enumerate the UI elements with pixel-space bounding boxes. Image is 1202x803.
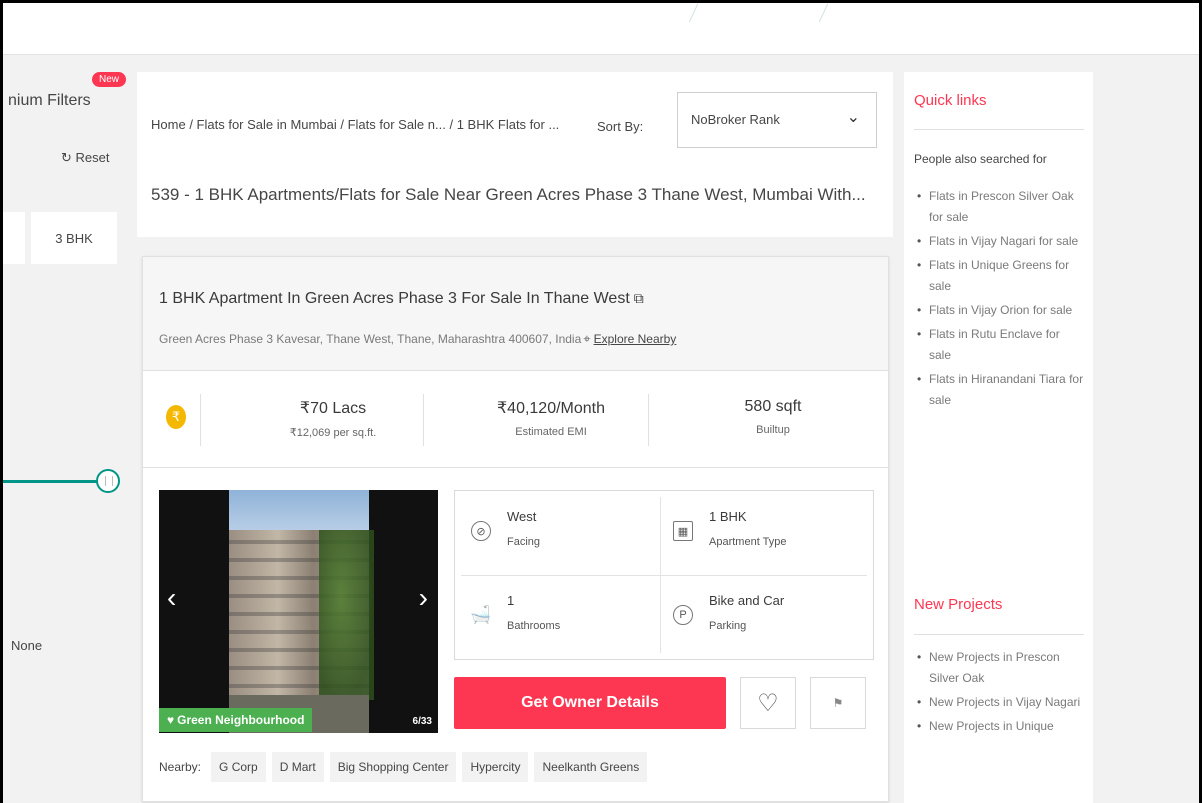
chevron-down-icon: ⌄ (846, 109, 860, 126)
green-neighbourhood-badge: ♥ Green Neighbourhood (159, 708, 313, 732)
explore-nearby-link[interactable]: Explore Nearby (594, 332, 677, 346)
price-row: ₹ ₹70 Lacs ₹12,069 per sq.ft. ₹40,120/Mo… (143, 372, 888, 468)
reset-button[interactable]: ↻ Reset (61, 150, 110, 166)
next-arrow-icon[interactable]: › (419, 582, 428, 614)
nearby-tag[interactable]: D Mart (271, 752, 324, 782)
external-link-icon[interactable]: ⧉ (634, 290, 644, 306)
range-slider-handle[interactable] (96, 469, 120, 493)
divider (200, 394, 201, 446)
reset-label: Reset (75, 150, 110, 165)
rupee-icon: ₹ (166, 405, 186, 429)
list-item[interactable]: New Projects in Vijay Nagari (914, 692, 1084, 713)
list-item[interactable]: Flats in Vijay Nagari for sale (914, 231, 1084, 252)
breadcrumb: Home / Flats for Sale in Mumbai / Flats … (151, 117, 560, 132)
emi-value: ₹40,120/Month (496, 400, 606, 417)
list-item[interactable]: Flats in Hiranandani Tiara for sale (914, 369, 1084, 411)
price-per-sqft: ₹12,069 per sq.ft. (289, 427, 377, 439)
property-address: Green Acres Phase 3 Kavesar, Thane West,… (159, 331, 676, 347)
nearby-tag[interactable]: Hypercity (462, 752, 529, 782)
heart-icon: ♡ (757, 689, 779, 717)
sort-dropdown[interactable]: NoBroker Rank ⌄ (677, 92, 877, 148)
nearby-label: Nearby: (159, 760, 202, 774)
quick-links-title: Quick links (914, 92, 987, 109)
list-item[interactable]: Flats in Prescon Silver Oak for sale (914, 186, 1084, 228)
get-owner-details-button[interactable]: Get Owner Details (454, 677, 726, 729)
sort-value: NoBroker Rank (691, 112, 780, 127)
new-projects-list: New Projects in Prescon Silver Oak New P… (914, 647, 1084, 740)
price-value: ₹70 Lacs (299, 400, 367, 417)
area-stat: 580 sqft Builtup (673, 398, 873, 436)
flag-icon: ⚑ (832, 696, 844, 710)
breadcrumb-1bhk[interactable]: 1 BHK Flats for ... (457, 117, 560, 132)
photo-count: 6/33 (412, 716, 432, 727)
bhk-chip-partial[interactable] (3, 212, 25, 264)
list-item[interactable]: New Projects in Unique (914, 716, 1084, 737)
top-bar (3, 3, 1199, 55)
nearby-tag[interactable]: Neelkanth Greens (534, 752, 648, 782)
nearby-tag[interactable]: G Corp (211, 752, 266, 782)
nearby-places: Nearby: G Corp D Mart Big Shopping Cente… (159, 752, 648, 782)
emi-stat: ₹40,120/Month Estimated EMI (451, 398, 651, 438)
list-item[interactable]: Flats in Rutu Enclave for sale (914, 324, 1084, 366)
quick-links-list: Flats in Prescon Silver Oak for sale Fla… (914, 186, 1084, 414)
decor-line (688, 3, 699, 23)
building-icon: ▦ (673, 521, 693, 541)
breadcrumb-home[interactable]: Home (151, 117, 186, 132)
property-card: 1 BHK Apartment In Green Acres Phase 3 F… (142, 256, 889, 802)
specs-grid: ⊘ West Facing ▦ 1 BHK Apartment Type 🛁 1… (454, 490, 874, 660)
parking-icon: P (673, 605, 693, 625)
breadcrumb-near[interactable]: Flats for Sale n... (348, 117, 446, 132)
list-item[interactable]: New Projects in Prescon Silver Oak (914, 647, 1084, 689)
new-badge: New (92, 72, 127, 87)
breadcrumb-mumbai[interactable]: Flats for Sale in Mumbai (197, 117, 337, 132)
leaf-icon: ♥ (167, 713, 175, 727)
property-header: 1 BHK Apartment In Green Acres Phase 3 F… (143, 257, 888, 371)
list-item[interactable]: Flats in Unique Greens for sale (914, 255, 1084, 297)
none-option[interactable]: None (11, 638, 42, 653)
filters-panel: nium Filters New ↻ Reset 3 BHK None (3, 72, 127, 803)
nearby-tag[interactable]: Big Shopping Center (329, 752, 457, 782)
prev-arrow-icon[interactable]: ‹ (167, 582, 176, 614)
also-searched-label: People also searched for (914, 152, 1047, 166)
results-header: Home / Flats for Sale in Mumbai / Flats … (137, 72, 893, 237)
emi-label: Estimated EMI (515, 426, 587, 438)
bhk-chip-3[interactable]: 3 BHK (31, 212, 117, 264)
shortlist-button[interactable]: ♡ (740, 677, 796, 729)
new-projects-title: New Projects (914, 596, 1003, 613)
map-pin-icon: ⌖ (583, 331, 591, 346)
sort-label: Sort By: (597, 119, 644, 134)
refresh-icon: ↻ (61, 150, 72, 165)
range-slider-track[interactable] (3, 480, 98, 483)
address-text: Green Acres Phase 3 Kavesar, Thane West,… (159, 332, 582, 346)
property-title-link[interactable]: 1 BHK Apartment In Green Acres Phase 3 F… (159, 290, 644, 308)
area-value: 580 sqft (744, 398, 802, 415)
divider (648, 394, 649, 446)
premium-filters-title[interactable]: nium Filters (8, 92, 91, 110)
price-stat: ₹70 Lacs ₹12,069 per sq.ft. (243, 398, 423, 439)
photo-gallery[interactable]: ‹ › ♥ Green Neighbourhood 6/33 (159, 490, 438, 733)
report-button[interactable]: ⚑ (810, 677, 866, 729)
quick-links-sidebar: Quick links People also searched for Fla… (904, 72, 1093, 803)
compass-icon: ⊘ (471, 521, 491, 541)
bathtub-icon: 🛁 (470, 605, 492, 624)
page-title: 539 - 1 BHK Apartments/Flats for Sale Ne… (151, 185, 866, 204)
list-item[interactable]: Flats in Vijay Orion for sale (914, 300, 1084, 321)
divider (423, 394, 424, 446)
decor-line (818, 3, 829, 23)
property-title: 1 BHK Apartment In Green Acres Phase 3 F… (159, 290, 630, 307)
area-label: Builtup (756, 424, 790, 436)
